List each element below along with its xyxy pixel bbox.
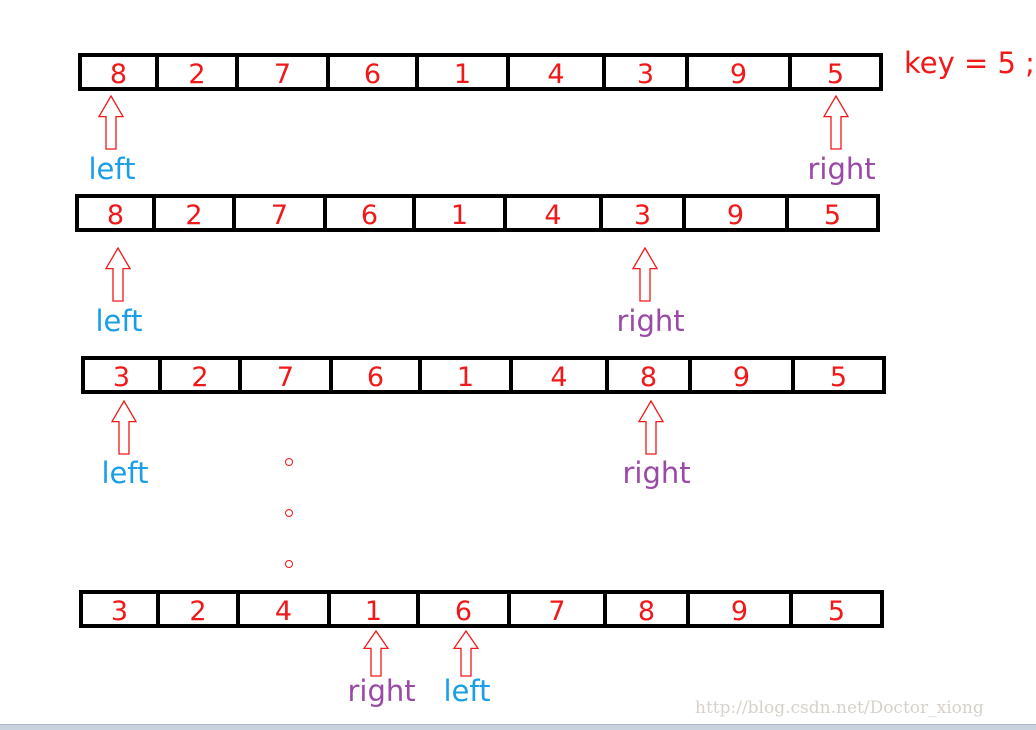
array-cell: 2 xyxy=(159,57,239,90)
array-row: 32416789 5 xyxy=(79,590,884,628)
array-cell: 4 xyxy=(507,198,603,231)
array-cell: 6 xyxy=(330,57,419,90)
array-cell: 7 xyxy=(242,360,333,393)
ellipsis-dot xyxy=(285,560,293,568)
array-cell: 1 xyxy=(419,57,510,90)
array-row: 82761439 5 xyxy=(75,194,880,232)
array-cell: 1 xyxy=(422,360,513,393)
array-cell: 5 xyxy=(826,59,845,90)
up-arrow-icon xyxy=(104,247,131,302)
up-arrow-icon xyxy=(110,400,137,455)
left-pointer-label: left xyxy=(443,674,491,708)
array-cell: 9 xyxy=(686,198,789,231)
array-cell: 6 xyxy=(327,198,416,231)
array-cell: 9 xyxy=(690,594,793,627)
array-cell: 8 xyxy=(82,57,159,90)
key-label: key = 5 ; xyxy=(904,46,1035,80)
array-cell: 2 xyxy=(160,594,240,627)
array-cell: 1 xyxy=(416,198,507,231)
up-arrow-icon xyxy=(631,247,658,302)
array-cell: 5 xyxy=(827,596,846,627)
array-cell: 6 xyxy=(333,360,422,393)
array-cell: 8 xyxy=(607,594,690,627)
right-pointer-label: right xyxy=(347,674,416,708)
array-cell: 4 xyxy=(240,594,331,627)
array-cell: 3 xyxy=(85,360,162,393)
array-cell: 5 xyxy=(823,200,842,231)
window-bottom-bar xyxy=(0,724,1036,730)
array-cell: 5 xyxy=(829,362,848,393)
array-cell: 7 xyxy=(239,57,330,90)
array-cell: 4 xyxy=(510,57,606,90)
up-arrow-icon xyxy=(452,630,479,677)
array-cell: 3 xyxy=(606,57,689,90)
array-cell: 8 xyxy=(609,360,692,393)
right-pointer-label: right xyxy=(616,304,685,338)
array-cell: 2 xyxy=(162,360,242,393)
array-cell: 8 xyxy=(79,198,156,231)
ellipsis-dot xyxy=(285,509,293,517)
up-arrow-icon xyxy=(362,630,389,677)
watermark: http://blog.csdn.net/Doctor_xiong xyxy=(695,698,984,718)
left-pointer-label: left xyxy=(88,152,136,186)
array-cell: 9 xyxy=(689,57,792,90)
up-arrow-icon xyxy=(637,400,664,455)
array-cell: 9 xyxy=(692,360,795,393)
array-row: 32761489 5 xyxy=(81,356,886,394)
up-arrow-icon xyxy=(97,95,124,150)
right-pointer-label: right xyxy=(807,152,876,186)
array-cell: 7 xyxy=(236,198,327,231)
left-pointer-label: left xyxy=(101,456,149,490)
array-row: 82761439 5 xyxy=(78,53,883,91)
array-cell: 7 xyxy=(511,594,607,627)
left-pointer-label: left xyxy=(95,304,143,338)
array-cell: 3 xyxy=(83,594,160,627)
up-arrow-icon xyxy=(822,95,849,150)
array-cell: 2 xyxy=(156,198,236,231)
array-cell: 4 xyxy=(513,360,609,393)
ellipsis-dot xyxy=(285,458,293,466)
array-cell: 6 xyxy=(420,594,511,627)
array-cell: 1 xyxy=(331,594,420,627)
right-pointer-label: right xyxy=(622,456,691,490)
array-cell: 3 xyxy=(603,198,686,231)
